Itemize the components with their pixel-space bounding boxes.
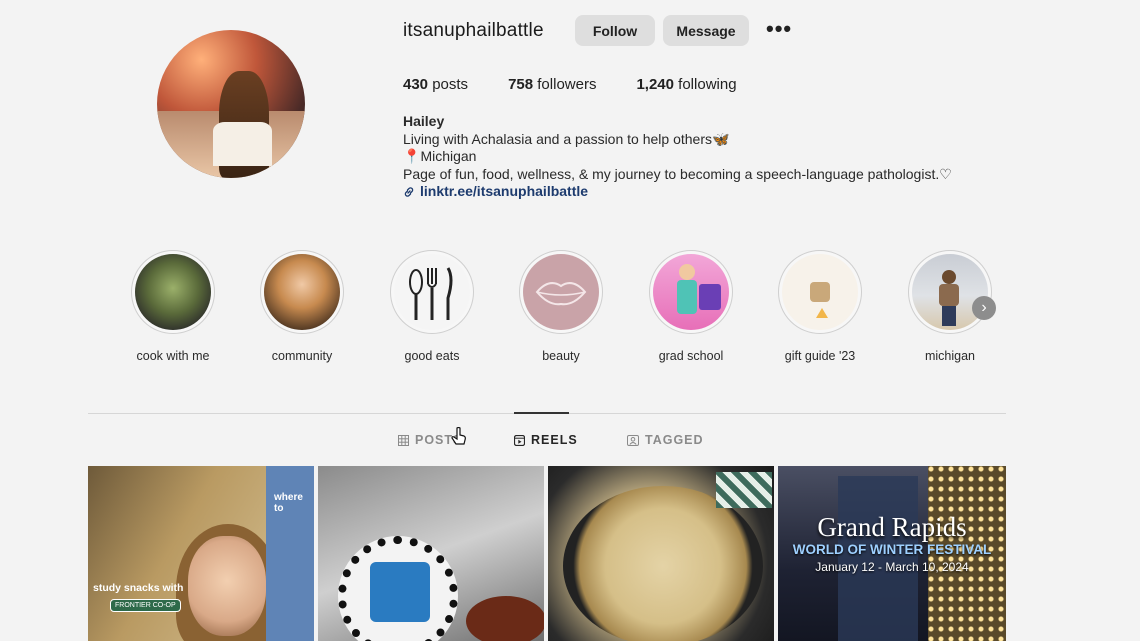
tab-tagged-label: TAGGED [645, 433, 704, 447]
bio-line-2: 📍Michigan [403, 148, 952, 166]
highlight-label: michigan [924, 349, 976, 363]
post-building [838, 476, 918, 641]
profile-name: Hailey [403, 113, 445, 129]
post-thumbnail[interactable]: where to study snacks with FRONTIER CO-O… [88, 466, 314, 641]
follow-button[interactable]: Follow [575, 15, 655, 46]
posts-label: posts [432, 76, 469, 93]
followers-stat[interactable]: 758 followers [508, 76, 596, 93]
profile-avatar[interactable] [157, 30, 305, 178]
profile-bio: Hailey Living with Achalasia and a passi… [403, 113, 952, 201]
posts-count: 430 [403, 76, 429, 93]
triangle-icon [816, 308, 828, 318]
following-label: following [678, 76, 737, 93]
profile-stats: 430 posts 758 followers 1,240 following [403, 76, 777, 93]
more-options-icon[interactable]: ••• [766, 18, 792, 40]
next-highlights-button[interactable]: › [972, 296, 996, 320]
post-overlay-text: study snacks with [93, 582, 184, 594]
post-face [188, 536, 266, 636]
highlight-label: beauty [542, 349, 580, 363]
highlight-ring [519, 250, 603, 334]
message-button[interactable]: Message [663, 15, 749, 46]
highlight-ring [778, 250, 862, 334]
reels-icon [514, 434, 525, 446]
highlight-ring [908, 250, 992, 334]
link-icon [404, 187, 414, 197]
tab-reels-label: REELS [531, 433, 578, 447]
post-cloth [716, 472, 772, 508]
highlight-grad-school[interactable]: grad school [648, 250, 734, 363]
bio-location: Michigan [420, 148, 477, 165]
doll-head [679, 264, 695, 280]
post-pan [563, 486, 763, 641]
story-highlights: cook with me community good eats beauty … [130, 250, 1010, 370]
post-thumbnail[interactable] [318, 466, 544, 641]
tagged-icon [627, 434, 639, 446]
highlight-beauty[interactable]: beauty [518, 250, 604, 363]
highlight-label: cook with me [136, 349, 210, 363]
highlight-cook-with-me[interactable]: cook with me [130, 250, 216, 363]
profile-username: itsanuphailbattle [403, 20, 544, 41]
grid-icon [398, 434, 409, 446]
post-thumbnail[interactable] [548, 466, 774, 641]
hand-cursor-icon [451, 426, 467, 452]
highlight-label: gift guide '23 [784, 349, 856, 363]
post-title: Grand Rapids [817, 512, 967, 542]
post-subtitle: WORLD OF WINTER FESTIVAL [792, 542, 992, 557]
chevron-right-icon: › [981, 299, 987, 316]
person-beach-image [912, 254, 988, 330]
heart-icon: ♡ [939, 165, 952, 182]
utensils-icon [394, 254, 470, 330]
following-stat[interactable]: 1,240 following [636, 76, 736, 93]
highlight-ring [390, 250, 474, 334]
post-photo [370, 562, 430, 622]
person-head [942, 270, 956, 284]
active-tab-indicator [514, 412, 569, 414]
bio-line-1-text: Living with Achalasia and a passion to h… [403, 130, 712, 147]
following-count: 1,240 [636, 76, 674, 93]
tab-reels[interactable]: REELS [514, 433, 578, 447]
followers-count: 758 [508, 76, 534, 93]
post-thumbnail[interactable]: Grand Rapids WORLD OF WINTER FESTIVAL Ja… [778, 466, 1006, 641]
post-sign-text: where to [274, 492, 303, 514]
highlight-label: community [271, 349, 333, 363]
food-bowl-image [135, 254, 211, 330]
post-football [466, 596, 544, 641]
lips-icon [523, 254, 599, 330]
highlight-label: good eats [404, 349, 460, 363]
doll-desk [699, 284, 721, 310]
bio-link[interactable]: linktr.ee/itsanuphailbattle [403, 183, 952, 201]
highlight-community[interactable]: community [259, 250, 345, 363]
person-legs [942, 306, 956, 326]
bio-link-text[interactable]: linktr.ee/itsanuphailbattle [420, 183, 588, 201]
bio-line-3-text: Page of fun, food, wellness, & my journe… [403, 165, 940, 182]
post-dates: January 12 - March 10, 2024 [815, 560, 969, 574]
doll-body [677, 280, 697, 314]
post-badge: FRONTIER CO-OP [110, 599, 181, 612]
posts-stat[interactable]: 430 posts [403, 76, 468, 93]
highlight-ring [649, 250, 733, 334]
highlight-good-eats[interactable]: good eats [389, 250, 475, 363]
highlight-label: grad school [658, 349, 724, 363]
bio-line-3: Page of fun, food, wellness, & my journe… [403, 166, 952, 184]
doll-image [653, 254, 729, 330]
bio-line-1: Living with Achalasia and a passion to h… [403, 131, 952, 149]
gift-guide-image [782, 254, 858, 330]
followers-label: followers [537, 76, 597, 93]
person-body [939, 284, 959, 306]
highlight-ring [131, 250, 215, 334]
highlight-gift-guide[interactable]: gift guide '23 [777, 250, 863, 363]
avatar-shirt [213, 121, 273, 167]
portrait-image [264, 254, 340, 330]
tab-tagged[interactable]: TAGGED [627, 433, 704, 447]
location-pin-icon: 📍 [403, 148, 421, 165]
highlight-ring [260, 250, 344, 334]
gift-bag-icon [810, 282, 830, 302]
butterfly-icon: 🦋 [711, 130, 730, 147]
